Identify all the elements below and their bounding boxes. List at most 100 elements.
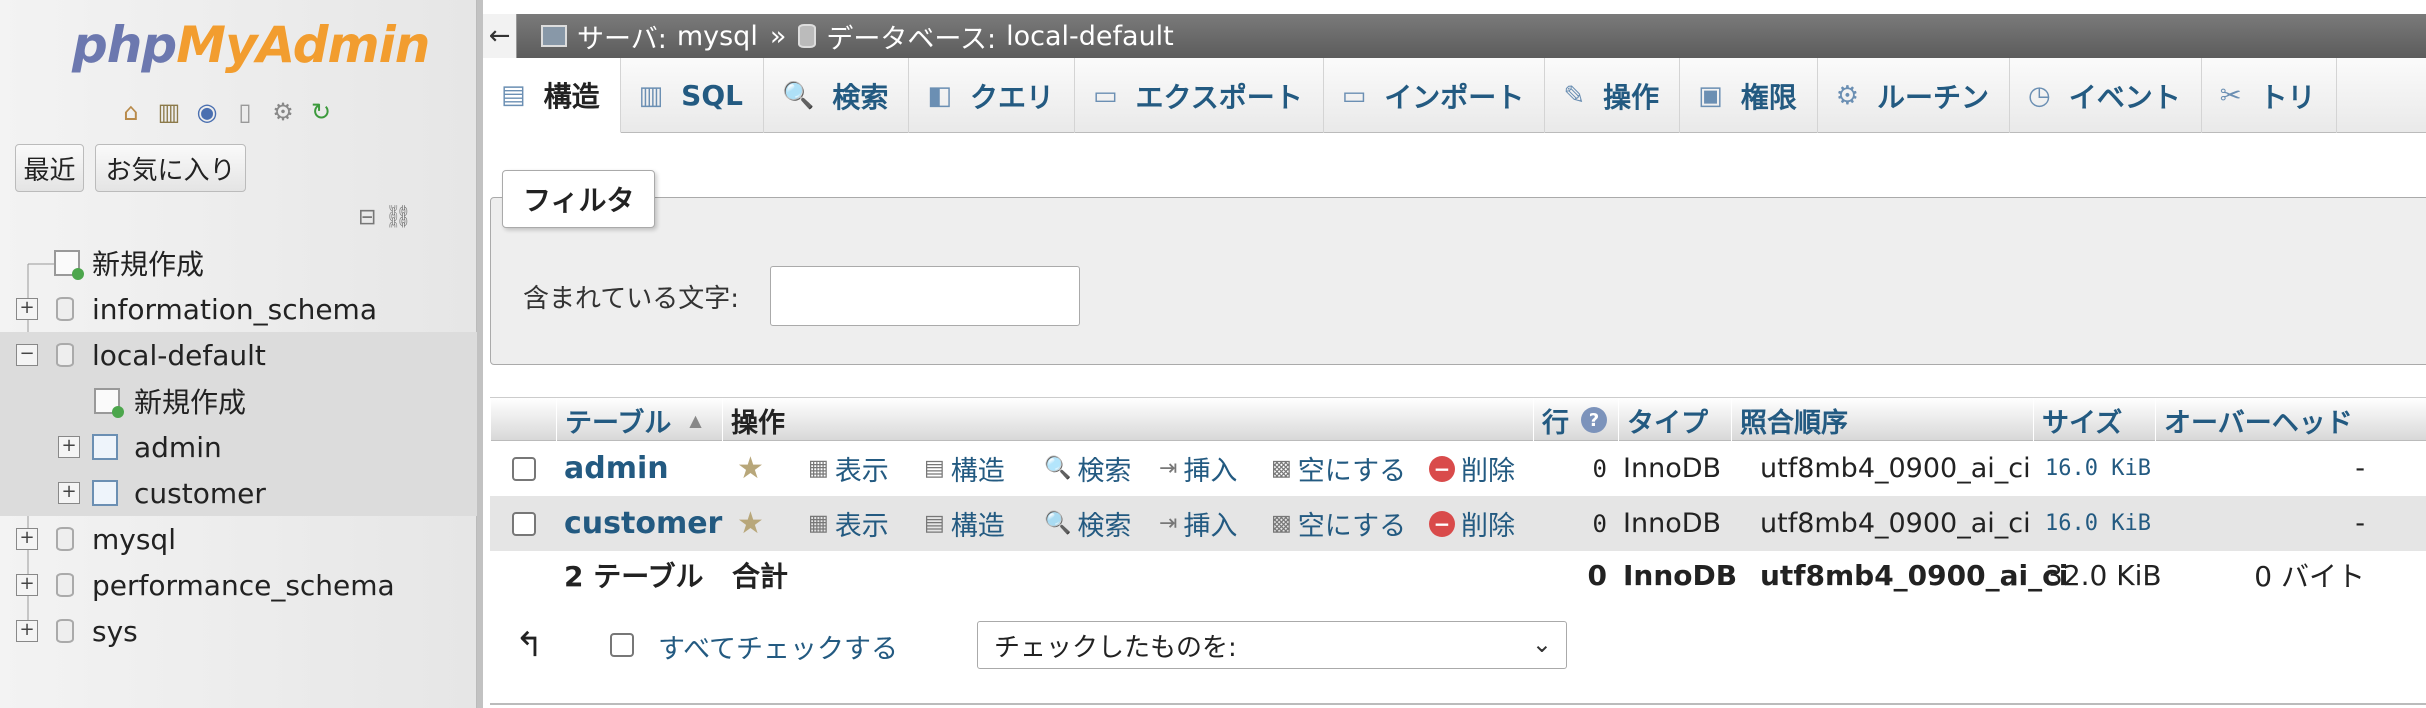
tab-routines[interactable]: ⚙ ルーチン	[1818, 58, 2011, 133]
header-size[interactable]: サイズ	[2033, 398, 2155, 442]
filter-input[interactable]	[770, 266, 1080, 326]
drop-icon: −	[1429, 455, 1455, 482]
sql-docs-icon[interactable]: ▯	[230, 97, 260, 127]
header-action: 操作	[722, 398, 1532, 442]
table-row: admin ★ ▦ 表示 ▤ 構造 🔍 検索 ⇥ 挿入 ▩ 空にする − 削除 0 InnoDB utf8mb4…	[490, 441, 2426, 496]
tree-item-admin[interactable]: + admin	[0, 424, 477, 470]
action-search[interactable]: 🔍 検索	[1044, 441, 1131, 496]
action-insert[interactable]: ⇥ 挿入	[1159, 496, 1237, 551]
tab-export[interactable]: ▭ エクスポート	[1075, 58, 1324, 133]
overhead: -	[2355, 508, 2365, 539]
home-icon[interactable]: ⌂	[116, 97, 146, 127]
expand-icon[interactable]: +	[16, 620, 38, 642]
row-checkbox[interactable]	[512, 456, 536, 481]
favorite-star-icon[interactable]: ★	[737, 441, 764, 496]
expand-icon[interactable]: +	[16, 528, 38, 550]
action-search[interactable]: 🔍 検索	[1044, 496, 1131, 551]
action-browse[interactable]: ▦ 表示	[808, 441, 889, 496]
recent-button[interactable]: 最近	[15, 144, 84, 192]
expand-icon[interactable]: +	[58, 482, 80, 504]
breadcrumb-server[interactable]: サーバ: mysql	[541, 17, 758, 56]
tab-events[interactable]: ◷ イベント	[2010, 58, 2202, 133]
new-table-icon	[94, 388, 124, 418]
header-overhead[interactable]: オーバーヘッド	[2155, 398, 2375, 442]
action-drop[interactable]: − 削除	[1429, 496, 1515, 551]
docs-icon[interactable]: ◉	[192, 97, 222, 127]
tab-search[interactable]: 🔍 検索	[764, 58, 910, 133]
tab-sql[interactable]: ▥ SQL	[621, 58, 764, 133]
action-drop[interactable]: − 削除	[1429, 441, 1515, 496]
with-selected-select[interactable]: チェックしたものを: ⌄	[977, 621, 1567, 669]
search-icon: 🔍	[1044, 456, 1072, 481]
favorites-button[interactable]: お気に入り	[95, 144, 246, 192]
check-all-checkbox[interactable]	[610, 633, 634, 657]
database-icon	[56, 619, 74, 643]
back-arrow-icon[interactable]: ←	[483, 14, 517, 58]
divider	[490, 703, 2426, 705]
row-count: 0	[1592, 509, 1607, 538]
breadcrumb-database[interactable]: データベース: local-default	[798, 17, 1174, 56]
header-table[interactable]: テーブル ▲	[556, 398, 721, 442]
table-icon	[92, 434, 118, 460]
tab-import[interactable]: ▭ インポート	[1324, 58, 1546, 133]
query-icon: ◧	[927, 80, 952, 111]
expand-icon[interactable]: +	[16, 574, 38, 596]
table-name-link[interactable]: customer	[564, 496, 722, 551]
drop-icon: −	[1429, 510, 1455, 537]
tree-item-new-table[interactable]: 新規作成	[0, 378, 477, 424]
action-browse[interactable]: ▦ 表示	[808, 496, 889, 551]
routines-icon: ⚙	[1835, 80, 1860, 111]
expand-icon[interactable]: +	[16, 298, 38, 320]
expand-icon[interactable]: +	[58, 436, 80, 458]
tree-item-information-schema[interactable]: + information_schema	[0, 286, 477, 332]
tab-wrench[interactable]: ✎ 操作	[1545, 58, 1681, 133]
action-empty[interactable]: ▩ 空にする	[1271, 496, 1406, 551]
tree-item-sys[interactable]: + sys	[0, 608, 477, 654]
summary-overhead: 0 バイト	[2254, 560, 2365, 593]
action-structure[interactable]: ▤ 構造	[924, 496, 1005, 551]
filter-label: 含まれている文字:	[523, 284, 739, 314]
check-all-link[interactable]: すべてチェックする	[658, 627, 898, 666]
tree-item-mysql[interactable]: + mysql	[0, 516, 477, 562]
table-name-link[interactable]: admin	[564, 441, 669, 496]
size-link[interactable]: 16.0 KiB	[2045, 496, 2151, 551]
insert-icon: ⇥	[1159, 456, 1178, 481]
events-icon: ◷	[2028, 80, 2051, 111]
size-link[interactable]: 16.0 KiB	[2045, 441, 2151, 496]
settings-icon[interactable]: ⚙	[268, 97, 298, 127]
bulk-actions: ↰ すべてチェックする チェックしたものを: ⌄	[490, 615, 2426, 675]
reload-icon[interactable]: ↻	[306, 97, 336, 127]
row-checkbox[interactable]	[512, 511, 536, 536]
tree-item-customer[interactable]: + customer	[0, 470, 477, 516]
tree-item-new[interactable]: 新規作成	[0, 240, 477, 286]
tab-structure[interactable]: ▤ 構造	[483, 58, 621, 133]
server-icon	[541, 25, 567, 47]
help-icon[interactable]: ?	[1581, 407, 1607, 433]
action-empty[interactable]: ▩ 空にする	[1271, 441, 1406, 496]
arrow-up-icon: ↰	[515, 625, 544, 665]
phpmyadmin-logo[interactable]: phpMyAdmin	[72, 16, 430, 74]
engine-type: InnoDB	[1623, 508, 1722, 539]
action-insert[interactable]: ⇥ 挿入	[1159, 441, 1237, 496]
nav-icon-bar: ⌂ ▥ ◉ ▯ ⚙ ↻	[116, 97, 336, 127]
tree-item-local-default[interactable]: − local-default	[0, 332, 477, 378]
tab-triggers[interactable]: ✂ トリ	[2202, 58, 2337, 133]
tab-query[interactable]: ◧ クエリ	[909, 58, 1075, 133]
header-rows[interactable]: 行 ?	[1533, 398, 1618, 442]
header-collation[interactable]: 照合順序	[1731, 398, 2033, 442]
action-structure[interactable]: ▤ 構造	[924, 441, 1005, 496]
collapse-icon[interactable]: −	[16, 344, 38, 366]
exit-icon[interactable]: ▥	[154, 97, 184, 127]
link-icon[interactable]: ⛓	[384, 205, 412, 230]
insert-icon: ⇥	[1159, 511, 1178, 536]
collapse-all-icon[interactable]: ⊟	[358, 205, 376, 230]
favorite-star-icon[interactable]: ★	[737, 496, 764, 551]
database-icon	[56, 343, 74, 367]
engine-type: InnoDB	[1623, 453, 1722, 484]
tab-privileges[interactable]: ▣ 権限	[1680, 58, 1818, 133]
table-icon	[92, 480, 118, 506]
tree-item-performance-schema[interactable]: + performance_schema	[0, 562, 477, 608]
header-type[interactable]: タイプ	[1618, 398, 1731, 442]
browse-icon: ▦	[808, 511, 829, 536]
database-icon	[56, 573, 74, 597]
